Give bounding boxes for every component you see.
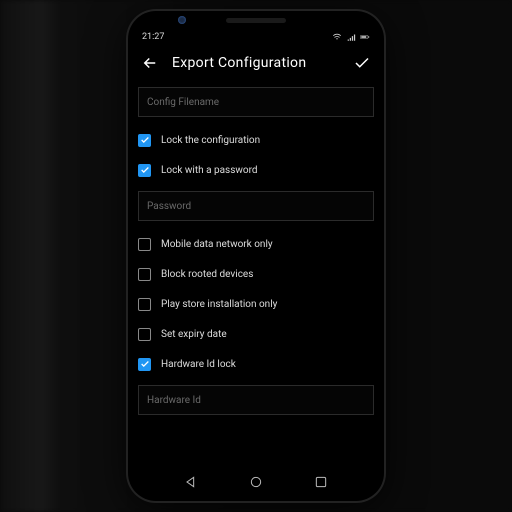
back-button[interactable] bbox=[138, 51, 162, 75]
checkbox-icon bbox=[138, 328, 151, 341]
option-label: Lock with a password bbox=[161, 165, 258, 176]
checkbox-icon bbox=[138, 164, 151, 177]
wifi-icon bbox=[332, 32, 342, 42]
nav-home-button[interactable] bbox=[247, 473, 265, 491]
password-field[interactable]: Password bbox=[138, 191, 374, 221]
option-label: Lock the configuration bbox=[161, 135, 260, 146]
hardware-id-field[interactable]: Hardware Id bbox=[138, 385, 374, 415]
option-block-rooted[interactable]: Block rooted devices bbox=[138, 262, 374, 286]
checkbox-icon bbox=[138, 268, 151, 281]
hardware-id-placeholder: Hardware Id bbox=[147, 395, 201, 406]
option-hwid-lock[interactable]: Hardware Id lock bbox=[138, 352, 374, 376]
arrow-left-icon bbox=[141, 54, 159, 72]
option-play-store[interactable]: Play store installation only bbox=[138, 292, 374, 316]
nav-recent-button[interactable] bbox=[312, 473, 330, 491]
speaker-grille bbox=[226, 18, 286, 23]
nav-back-button[interactable] bbox=[182, 473, 200, 491]
checkbox-icon bbox=[138, 358, 151, 371]
checkbox-icon bbox=[138, 238, 151, 251]
triangle-back-icon bbox=[183, 474, 199, 490]
option-label: Mobile data network only bbox=[161, 239, 273, 250]
option-label: Play store installation only bbox=[161, 299, 277, 310]
confirm-button[interactable] bbox=[350, 51, 374, 75]
config-filename-field[interactable]: Config Filename bbox=[138, 87, 374, 117]
battery-icon bbox=[360, 32, 370, 42]
signal-icon bbox=[346, 32, 356, 42]
password-placeholder: Password bbox=[147, 201, 191, 212]
circle-home-icon bbox=[248, 474, 264, 490]
notch bbox=[128, 11, 384, 29]
front-camera bbox=[178, 16, 186, 24]
nav-bar bbox=[128, 467, 384, 501]
config-filename-placeholder: Config Filename bbox=[147, 97, 219, 108]
square-recent-icon bbox=[313, 474, 329, 490]
option-expiry[interactable]: Set expiry date bbox=[138, 322, 374, 346]
option-label: Block rooted devices bbox=[161, 269, 253, 280]
status-time: 21:27 bbox=[142, 32, 164, 42]
status-bar: 21:27 bbox=[128, 29, 384, 45]
option-lock-config[interactable]: Lock the configuration bbox=[138, 128, 374, 152]
option-lock-password[interactable]: Lock with a password bbox=[138, 158, 374, 182]
app-bar: Export Configuration bbox=[138, 45, 374, 81]
page-title: Export Configuration bbox=[172, 55, 340, 71]
phone-frame: 21:27 Export Configuration Config Filena… bbox=[128, 11, 384, 501]
checkbox-icon bbox=[138, 298, 151, 311]
screen: Export Configuration Config Filename Loc… bbox=[128, 45, 384, 467]
checkbox-icon bbox=[138, 134, 151, 147]
option-mobile-data[interactable]: Mobile data network only bbox=[138, 232, 374, 256]
check-icon bbox=[353, 54, 371, 72]
option-label: Hardware Id lock bbox=[161, 359, 236, 370]
option-label: Set expiry date bbox=[161, 329, 227, 340]
